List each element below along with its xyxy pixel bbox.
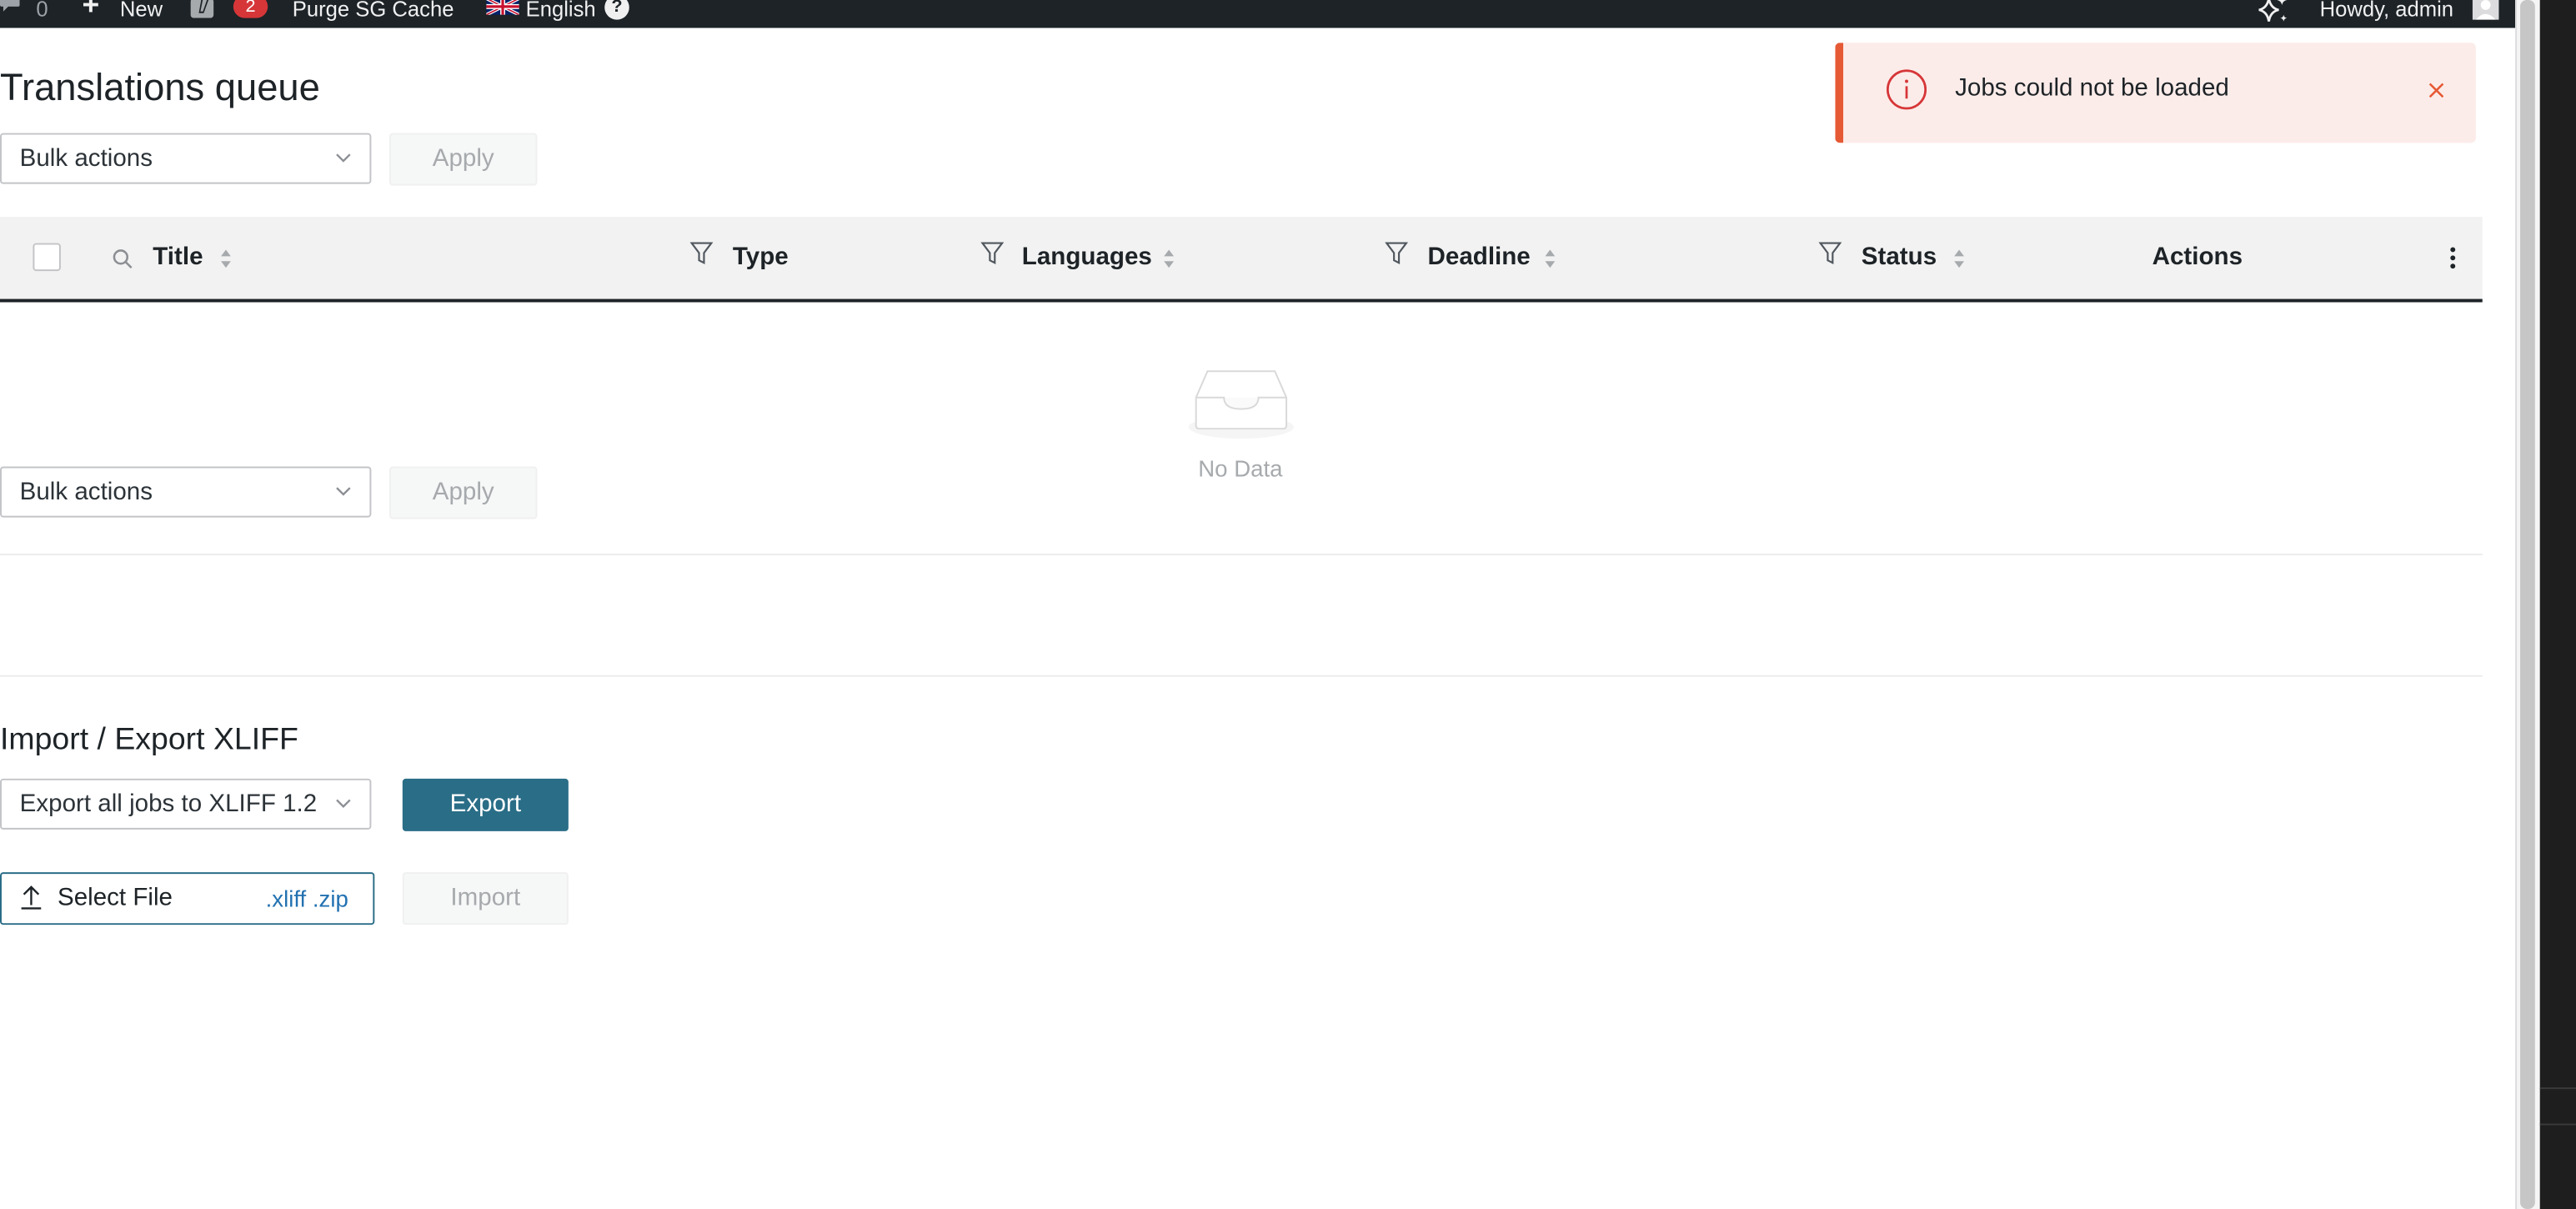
language-switcher[interactable]: English xyxy=(526,0,596,23)
apply-button-top[interactable]: Apply xyxy=(389,133,538,186)
sort-icon[interactable] xyxy=(220,248,232,269)
avatar[interactable] xyxy=(2472,0,2499,20)
admin-bar: 0 + New 2 Purge SG Cache English ? Howdy… xyxy=(0,0,2516,28)
sort-icon[interactable] xyxy=(1163,248,1175,269)
filter-icon[interactable] xyxy=(1818,242,1842,267)
export-format-select[interactable]: Export all jobs to XLIFF 1.2 xyxy=(0,778,372,830)
uk-flag-icon xyxy=(486,0,519,15)
apply-button-bottom[interactable]: Apply xyxy=(389,466,538,519)
filter-icon[interactable] xyxy=(1385,242,1408,267)
updates-badge[interactable]: 2 xyxy=(233,0,268,18)
import-button[interactable]: Import xyxy=(402,872,569,926)
chevron-down-icon xyxy=(336,153,351,163)
bulk-actions-select-value: Bulk actions xyxy=(19,478,153,506)
filter-icon[interactable] xyxy=(980,242,1005,267)
jobs-table-header: Title Type Languages Deadline Status Act… xyxy=(0,217,2483,303)
bulk-actions-select-value: Bulk actions xyxy=(19,144,153,173)
purge-cache-link[interactable]: Purge SG Cache xyxy=(293,0,454,23)
column-actions: Actions xyxy=(2152,243,2243,272)
comment-icon[interactable] xyxy=(0,0,20,12)
yoast-icon[interactable] xyxy=(190,0,220,18)
adjacent-window-edge xyxy=(2539,0,2576,1209)
divider xyxy=(0,553,2483,555)
chevron-down-icon xyxy=(336,799,351,808)
empty-state-text: No Data xyxy=(1198,454,1283,482)
close-icon[interactable] xyxy=(2423,78,2450,104)
error-notice-message: Jobs could not be loaded xyxy=(1955,73,2229,103)
inbox-empty-icon xyxy=(1188,370,1294,439)
allowed-extensions: .xliff .zip xyxy=(265,885,348,912)
adjacent-window-divider xyxy=(2539,1123,2576,1126)
more-options-icon[interactable] xyxy=(2448,245,2458,272)
export-button[interactable]: Export xyxy=(402,778,569,831)
select-file-button[interactable]: Select File .xliff .zip xyxy=(0,872,375,926)
xliff-section-title: Import / Export XLIFF xyxy=(0,722,298,758)
column-type[interactable]: Type xyxy=(733,243,789,273)
chevron-down-icon xyxy=(336,487,351,496)
select-all-checkbox[interactable] xyxy=(33,243,61,272)
upload-icon xyxy=(21,885,42,910)
column-title[interactable]: Title xyxy=(153,243,203,273)
plus-icon[interactable]: + xyxy=(83,0,100,20)
divider xyxy=(0,675,2483,677)
error-notice: Jobs could not be loaded xyxy=(1835,43,2476,143)
bulk-actions-select-bottom[interactable]: Bulk actions xyxy=(0,466,372,518)
select-file-label: Select File xyxy=(57,883,173,912)
sparkle-icon[interactable] xyxy=(2256,0,2290,25)
app-window: 0 + New 2 Purge SG Cache English ? Howdy… xyxy=(0,0,2576,1209)
bulk-actions-select-top[interactable]: Bulk actions xyxy=(0,133,372,184)
search-icon[interactable] xyxy=(112,248,133,269)
sort-icon[interactable] xyxy=(1953,248,1965,269)
adjacent-window-divider xyxy=(2539,1087,2576,1090)
export-format-select-value: Export all jobs to XLIFF 1.2 xyxy=(19,790,318,819)
scrollbar-thumb[interactable] xyxy=(2520,0,2535,1209)
new-content-link[interactable]: New xyxy=(120,0,163,23)
info-circle-icon xyxy=(1886,69,1927,110)
avatar-icon xyxy=(2475,0,2496,20)
filter-icon[interactable] xyxy=(689,242,714,267)
column-deadline[interactable]: Deadline xyxy=(1428,243,1531,273)
sort-icon[interactable] xyxy=(1544,248,1556,269)
howdy-user-menu[interactable]: Howdy, admin xyxy=(2320,0,2453,23)
comment-count[interactable]: 0 xyxy=(36,0,48,23)
column-languages[interactable]: Languages xyxy=(1022,243,1152,273)
page-title: Translations queue xyxy=(0,65,320,109)
column-status[interactable]: Status xyxy=(1862,243,1937,273)
help-icon[interactable]: ? xyxy=(604,0,629,20)
